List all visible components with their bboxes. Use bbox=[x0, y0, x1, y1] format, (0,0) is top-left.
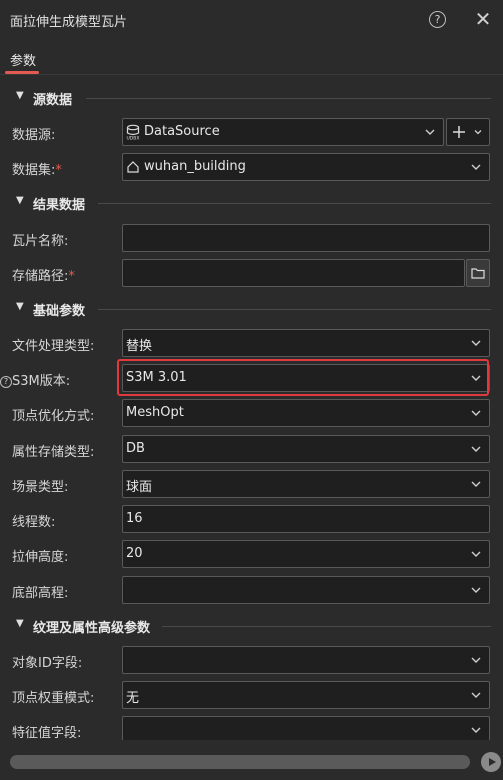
chevron-down-icon bbox=[425, 129, 435, 135]
row-scene-type: 场景类型: 球面 bbox=[0, 470, 503, 500]
row-storage-path: 存储路径:* bbox=[0, 259, 503, 289]
chevron-down-icon bbox=[471, 410, 481, 416]
chevron-down-icon bbox=[471, 481, 481, 487]
section-divider bbox=[98, 309, 491, 310]
collapse-triangle-icon[interactable]: ▼ bbox=[16, 618, 24, 629]
chevron-down-icon bbox=[474, 130, 482, 135]
row-datasource: 数据源: UDBX DataSource bbox=[0, 118, 503, 148]
datasource-label: 数据源: bbox=[12, 128, 56, 143]
close-icon[interactable]: ✕ bbox=[473, 9, 493, 29]
object-id-select[interactable] bbox=[122, 646, 490, 674]
database-icon: UDBX bbox=[127, 124, 140, 141]
attr-storage-select[interactable]: DB bbox=[122, 435, 490, 463]
active-tab-indicator bbox=[5, 71, 39, 74]
row-attr-storage: 属性存储类型: DB bbox=[0, 435, 503, 465]
bottom-elevation-label: 底部高程: bbox=[12, 586, 69, 601]
chevron-down-icon bbox=[471, 551, 481, 557]
tile-name-label: 瓦片名称: bbox=[12, 234, 69, 249]
row-bottom-elevation: 底部高程: bbox=[0, 576, 503, 606]
horizontal-scrollbar[interactable] bbox=[10, 755, 470, 769]
section-texture[interactable]: ▼ 纹理及属性高级参数 bbox=[0, 614, 503, 638]
svg-text:UDBX: UDBX bbox=[127, 136, 140, 141]
vertex-weight-label: 顶点权重模式: bbox=[12, 691, 95, 706]
tile-name-input[interactable] bbox=[122, 224, 490, 252]
collapse-triangle-icon[interactable]: ▼ bbox=[16, 195, 24, 206]
threads-input[interactable]: 16 bbox=[122, 505, 490, 533]
vertex-opt-value: MeshOpt bbox=[126, 405, 184, 420]
help-icon[interactable]: ? bbox=[0, 376, 12, 388]
vertex-opt-select[interactable]: MeshOpt bbox=[122, 399, 490, 427]
section-source[interactable]: ▼ 源数据 bbox=[0, 86, 503, 110]
chevron-down-icon bbox=[471, 446, 481, 452]
play-triangle-icon bbox=[489, 758, 496, 766]
chevron-down-icon bbox=[471, 340, 481, 346]
datasource-select[interactable]: UDBX DataSource bbox=[122, 118, 444, 146]
collapse-triangle-icon[interactable]: ▼ bbox=[16, 90, 24, 101]
vertex-weight-value: 无 bbox=[126, 691, 140, 706]
section-title: 基础参数 bbox=[33, 304, 86, 319]
dataset-value: wuhan_building bbox=[144, 159, 246, 174]
feature-value-label: 特征值字段: bbox=[12, 726, 82, 740]
attr-storage-label: 属性存储类型: bbox=[12, 445, 95, 460]
datasource-value: DataSource bbox=[144, 124, 220, 139]
row-vertex-weight: 顶点权重模式: 无 bbox=[0, 681, 503, 711]
row-file-mode: 文件处理类型: 替换 bbox=[0, 329, 503, 359]
row-extrude-height: 拉伸高度: 20 bbox=[0, 540, 503, 570]
section-divider bbox=[98, 203, 491, 204]
attr-storage-value: DB bbox=[126, 441, 145, 456]
chevron-down-icon bbox=[471, 587, 481, 593]
scene-type-select[interactable]: 球面 bbox=[122, 470, 490, 498]
dataset-select[interactable]: wuhan_building bbox=[122, 153, 490, 181]
add-datasource-button[interactable] bbox=[446, 118, 490, 146]
scene-type-value: 球面 bbox=[126, 480, 153, 495]
browse-folder-button[interactable] bbox=[466, 259, 490, 287]
row-threads: 线程数: 16 bbox=[0, 505, 503, 535]
file-mode-value: 替换 bbox=[126, 339, 153, 354]
title-bar: 面拉伸生成模型瓦片 ? ✕ bbox=[0, 0, 503, 38]
section-basic[interactable]: ▼ 基础参数 bbox=[0, 297, 503, 321]
chevron-down-icon bbox=[471, 692, 481, 698]
highlight-box bbox=[117, 359, 489, 396]
row-object-id: 对象ID字段: bbox=[0, 646, 503, 676]
collapse-triangle-icon[interactable]: ▼ bbox=[16, 301, 24, 312]
threads-value: 16 bbox=[126, 511, 143, 526]
region-dataset-icon bbox=[127, 161, 139, 173]
help-icon[interactable]: ? bbox=[429, 11, 446, 28]
object-id-label: 对象ID字段: bbox=[12, 656, 83, 671]
section-title: 源数据 bbox=[33, 93, 73, 108]
window-title: 面拉伸生成模型瓦片 bbox=[10, 15, 128, 30]
bottom-elevation-select[interactable] bbox=[122, 576, 490, 604]
row-dataset: 数据集:* wuhan_building bbox=[0, 153, 503, 183]
section-divider bbox=[162, 626, 491, 627]
tab-bar: 参数 bbox=[0, 38, 503, 75]
chevron-down-icon bbox=[471, 164, 481, 170]
feature-value-select[interactable] bbox=[122, 716, 490, 740]
scene-type-label: 场景类型: bbox=[12, 480, 69, 495]
tab-parameters[interactable]: 参数 bbox=[10, 50, 36, 69]
section-title: 结果数据 bbox=[33, 198, 86, 213]
vertex-opt-label: 顶点优化方式: bbox=[12, 409, 95, 424]
file-mode-select[interactable]: 替换 bbox=[122, 329, 490, 357]
s3m-version-label: ? S3M版本: bbox=[0, 370, 70, 389]
extrude-height-label: 拉伸高度: bbox=[12, 550, 69, 565]
row-vertex-opt: 顶点优化方式: MeshOpt bbox=[0, 399, 503, 429]
section-title: 纹理及属性高级参数 bbox=[33, 621, 151, 636]
plus-icon bbox=[453, 126, 465, 138]
row-feature-value: 特征值字段: bbox=[0, 716, 503, 740]
folder-icon bbox=[471, 268, 485, 279]
section-divider bbox=[86, 98, 491, 99]
storage-path-label: 存储路径:* bbox=[12, 269, 75, 284]
chevron-down-icon bbox=[471, 657, 481, 663]
threads-label: 线程数: bbox=[12, 515, 56, 530]
vertex-weight-select[interactable]: 无 bbox=[122, 681, 490, 709]
file-mode-label: 文件处理类型: bbox=[12, 339, 95, 354]
scroll-right-button[interactable] bbox=[481, 752, 501, 772]
extrude-height-value: 20 bbox=[126, 546, 143, 561]
section-result[interactable]: ▼ 结果数据 bbox=[0, 191, 503, 215]
dataset-label: 数据集:* bbox=[12, 163, 62, 178]
storage-path-input[interactable] bbox=[122, 259, 465, 287]
chevron-down-icon bbox=[471, 727, 481, 733]
row-tile-name: 瓦片名称: bbox=[0, 224, 503, 254]
extrude-height-select[interactable]: 20 bbox=[122, 540, 490, 568]
